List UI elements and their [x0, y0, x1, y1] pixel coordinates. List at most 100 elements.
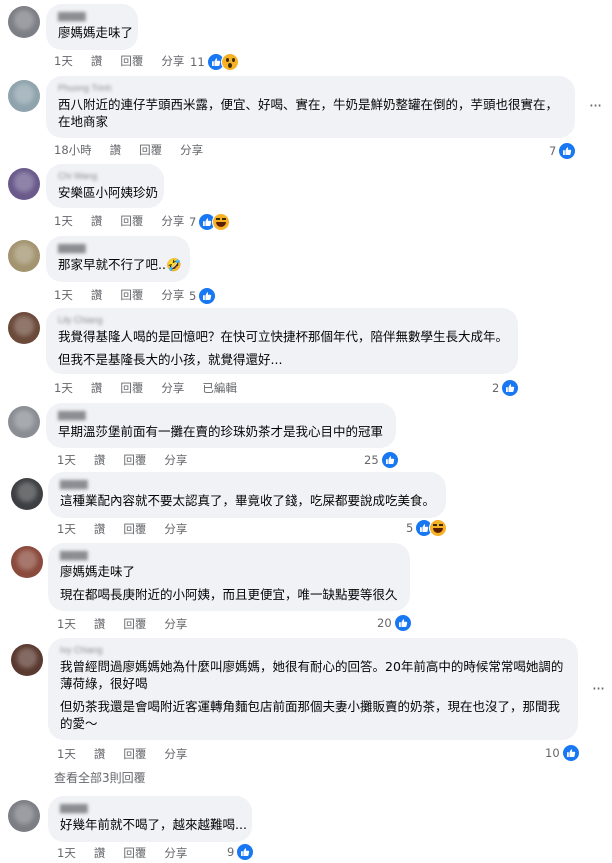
comment-time[interactable]: 1天 [54, 288, 73, 302]
like-button[interactable]: 讚 [91, 54, 103, 68]
author-name[interactable]: ▇▇▇▇ [60, 478, 434, 490]
comment-actions: 18小時 讚 回覆 分享 [54, 142, 203, 158]
comment-time[interactable]: 1天 [54, 381, 73, 395]
author-name[interactable]: Chi Wang [58, 170, 152, 182]
reaction-count[interactable]: 10 [543, 744, 581, 762]
wow-reaction-icon [220, 53, 239, 71]
author-name[interactable]: ▇▇▇▇ [58, 242, 178, 254]
reply-button[interactable]: 回覆 [120, 214, 143, 228]
like-button[interactable]: 讚 [94, 453, 106, 467]
like-reaction-icon [558, 142, 577, 160]
comment-text: 西八附近的連仔芋頭西米露，便宜、好喝、實在，牛奶是鮮奶整罐在倒的，芋頭也很實在， [58, 97, 559, 112]
comment-actions: 1天 讚 回覆 分享 [57, 616, 187, 632]
haha-reaction-icon [429, 519, 448, 537]
comment-text: 那家早就不行了吧..🤣 [58, 257, 182, 272]
comment-time[interactable]: 1天 [54, 54, 73, 68]
view-all-replies-link[interactable]: 查看全部3則回覆 [54, 769, 146, 786]
comment-text: 但奶茶我還是會喝附近客運轉角麵包店前面那個夫妻小攤販賣的奶茶，現在也沒了，那間我 [60, 699, 561, 714]
comment-time[interactable]: 1天 [57, 846, 76, 860]
avatar[interactable] [11, 478, 43, 510]
author-name[interactable]: ▇▇▇▇ [58, 409, 384, 421]
comment-bubble: Ivy Chiang 我曾經問過廖媽媽她為什麼叫廖媽媽，她很有耐心的回答。20年… [48, 638, 578, 740]
comment-time[interactable]: 1天 [54, 214, 73, 228]
reaction-count[interactable]: 7 [187, 213, 232, 231]
reaction-count[interactable]: 5 [187, 287, 218, 305]
comment-bubble: Lily Chiang 我覺得基隆人喝的是回憶吧？在快可立快捷杯那個年代，陪伴無… [46, 308, 518, 374]
author-name[interactable]: ▇▇▇▇ [60, 802, 240, 814]
comment-text: 現在都喝長庚附近的小阿姨，而且更便宜，唯一缺點要等很久 [60, 587, 398, 602]
comment-bubble: ▇▇▇▇ 這種業配內容就不要太認真了，畢竟收了錢，吃屎都要說成吃美食。 [48, 472, 446, 518]
more-options-icon[interactable]: ··· [585, 98, 605, 115]
comment-time[interactable]: 1天 [57, 522, 76, 536]
reply-button[interactable]: 回覆 [139, 143, 162, 157]
reaction-count[interactable]: 9 [225, 843, 256, 861]
like-button[interactable]: 讚 [91, 288, 103, 302]
comment-actions: 1天 讚 回覆 分享 [54, 53, 184, 69]
share-button[interactable]: 分享 [164, 453, 187, 467]
reaction-count[interactable]: 20 [375, 614, 413, 632]
share-button[interactable]: 分享 [161, 54, 184, 68]
comment-text: 廖媽媽走味了 [58, 25, 134, 40]
avatar[interactable] [8, 800, 40, 832]
comment-text: 好幾年前就不喝了，越來越難喝... [60, 817, 247, 832]
author-name[interactable]: Ivy Chiang [60, 644, 566, 656]
comment-text: 這種業配內容就不要太認真了，畢竟收了錢，吃屎都要說成吃美食。 [60, 493, 436, 508]
avatar[interactable] [8, 406, 40, 438]
reply-button[interactable]: 回覆 [123, 617, 146, 631]
edited-label[interactable]: 已編輯 [202, 381, 237, 395]
reply-button[interactable]: 回覆 [120, 54, 143, 68]
comment-text: 我覺得基隆人喝的是回憶吧？在快可立快捷杯那個年代，陪伴無數學生長大成年。 [58, 329, 509, 344]
reply-button[interactable]: 回覆 [120, 288, 143, 302]
avatar[interactable] [11, 546, 43, 578]
comment-bubble: ▇▇▇▇ 廖媽媽走味了 [46, 4, 138, 50]
comment-time[interactable]: 1天 [57, 747, 76, 761]
share-button[interactable]: 分享 [161, 381, 184, 395]
reaction-count[interactable]: 7 [547, 142, 578, 160]
share-button[interactable]: 分享 [164, 617, 187, 631]
like-reaction-icon [561, 744, 580, 762]
share-button[interactable]: 分享 [164, 522, 187, 536]
like-button[interactable]: 讚 [94, 522, 106, 536]
reply-button[interactable]: 回覆 [123, 522, 146, 536]
avatar[interactable] [8, 168, 40, 200]
avatar[interactable] [8, 80, 40, 112]
avatar[interactable] [8, 312, 40, 344]
like-button[interactable]: 讚 [94, 846, 106, 860]
like-reaction-icon [501, 379, 520, 397]
like-reaction-icon [198, 287, 217, 305]
reaction-count[interactable]: 11 [188, 53, 240, 71]
avatar[interactable] [8, 6, 40, 38]
comment-actions: 1天 讚 回覆 分享 [57, 845, 187, 861]
reply-button[interactable]: 回覆 [120, 381, 143, 395]
like-button[interactable]: 讚 [91, 381, 103, 395]
comment-time[interactable]: 18小時 [54, 143, 92, 157]
author-name[interactable]: ▇▇▇▇ [60, 549, 398, 561]
reply-button[interactable]: 回覆 [123, 846, 146, 860]
like-button[interactable]: 讚 [91, 214, 103, 228]
reaction-count[interactable]: 2 [490, 379, 521, 397]
avatar[interactable] [11, 644, 43, 676]
like-button[interactable]: 讚 [94, 747, 106, 761]
avatar[interactable] [8, 240, 40, 272]
haha-reaction-icon [212, 213, 231, 231]
reaction-count[interactable]: 25 [362, 451, 400, 469]
comment-bubble: ▇▇▇▇ 廖媽媽走味了 現在都喝長庚附近的小阿姨，而且更便宜，唯一缺點要等很久 [48, 543, 410, 611]
reply-button[interactable]: 回覆 [123, 453, 146, 467]
author-name[interactable]: Lily Chiang [58, 314, 506, 326]
comment-time[interactable]: 1天 [57, 453, 76, 467]
like-button[interactable]: 讚 [94, 617, 106, 631]
more-options-icon[interactable]: ··· [588, 681, 608, 698]
reply-button[interactable]: 回覆 [123, 747, 146, 761]
like-button[interactable]: 讚 [110, 143, 122, 157]
share-button[interactable]: 分享 [164, 846, 187, 860]
share-button[interactable]: 分享 [161, 214, 184, 228]
share-button[interactable]: 分享 [180, 143, 203, 157]
comment-time[interactable]: 1天 [57, 617, 76, 631]
share-button[interactable]: 分享 [161, 288, 184, 302]
author-name[interactable]: Phuong Trinh [58, 82, 563, 94]
comment-bubble: ▇▇▇▇ 早期溫莎堡前面有一攤在賣的珍珠奶茶才是我心目中的冠軍 [46, 403, 396, 448]
like-reaction-icon [380, 451, 399, 469]
author-name[interactable]: ▇▇▇▇ [58, 10, 126, 22]
share-button[interactable]: 分享 [164, 747, 187, 761]
reaction-count[interactable]: 5 [404, 519, 449, 537]
